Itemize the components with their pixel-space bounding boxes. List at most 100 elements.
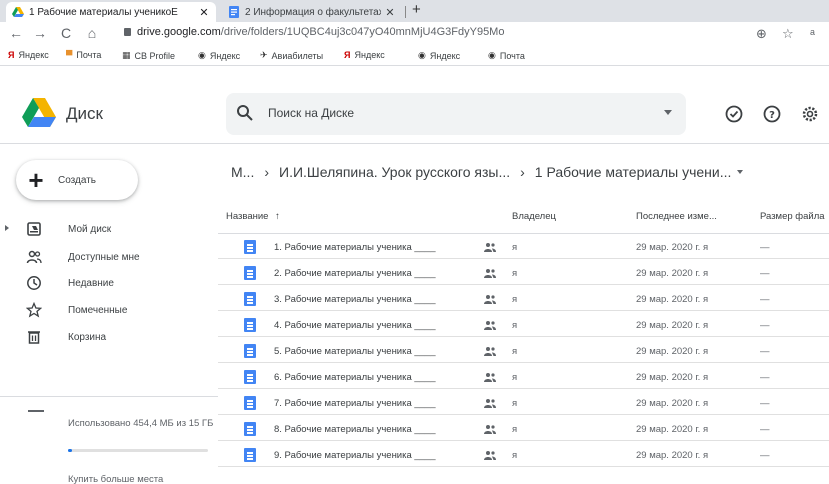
shared-people-icon <box>484 242 496 252</box>
drive-favicon-icon <box>12 7 24 17</box>
search-options-dropdown-icon[interactable] <box>664 110 672 115</box>
sidebar-item-starred[interactable]: Помеченные <box>0 297 218 323</box>
folder-menu-dropdown-icon[interactable] <box>737 170 744 174</box>
bookmark-label: Яндекс <box>429 50 461 61</box>
file-name[interactable]: 8. Рабочие материалы ученика ____ <box>274 424 436 435</box>
file-row[interactable]: 2. Рабочие материалы ученика ____ я 29 мар… <box>218 261 829 285</box>
breadcrumb-item[interactable]: М... <box>231 164 254 180</box>
file-modified: 29 мар. 2020 г. я <box>636 242 709 253</box>
file-modified: 29 мар. 2020 г. я <box>636 320 709 331</box>
install-icon[interactable]: ⊕ <box>756 26 767 42</box>
back-icon[interactable]: ← <box>8 25 24 41</box>
home-icon[interactable]: ⌂ <box>84 25 100 41</box>
bookmark-item[interactable]: ▦ CB Profile <box>122 50 175 61</box>
file-row[interactable]: 1. Рабочие материалы ученика ____ я 29 мар… <box>218 235 829 259</box>
new-tab-button[interactable]: + <box>412 1 421 18</box>
file-name[interactable]: 4. Рабочие материалы ученика ____ <box>274 320 436 331</box>
reload-icon[interactable]: C <box>58 25 74 41</box>
breadcrumb-current[interactable]: 1 Рабочие материалы учени... <box>535 164 732 180</box>
storage-usage-text: Использовано 454,4 МБ из 15 ГБ <box>68 418 214 429</box>
address-bar[interactable]: drive.google.com/drive/folders/1UQBC4uj3… <box>124 26 504 38</box>
sidebar-item-label: Мой диск <box>68 223 112 235</box>
buy-storage-link[interactable]: Купить больше места <box>68 474 163 484</box>
file-row[interactable]: 7. Рабочие материалы ученика ____ я 29 мар… <box>218 391 829 415</box>
globe-icon: ◉ <box>198 50 206 60</box>
browser-tab-1[interactable]: 1 Рабочие материалы ученикоЕ ✕ <box>6 2 216 22</box>
google-docs-file-icon <box>244 292 256 306</box>
file-row[interactable]: 4. Рабочие материалы ученика ____ я 29 мар… <box>218 313 829 337</box>
offline-status-icon[interactable] <box>724 104 744 124</box>
sidebar-item-my-drive[interactable]: Мой диск <box>0 216 218 242</box>
shared-people-icon <box>484 346 496 356</box>
shared-people-icon <box>484 424 496 434</box>
file-modified: 29 мар. 2020 г. я <box>636 372 709 383</box>
file-owner: я <box>512 450 518 461</box>
url-host: drive.google.com <box>137 26 221 38</box>
forward-icon[interactable]: → <box>32 25 48 41</box>
search-input[interactable] <box>268 104 628 122</box>
plane-icon: ✈ <box>260 50 268 60</box>
file-owner: я <box>512 242 518 253</box>
drive-title[interactable]: Диск <box>66 104 103 124</box>
file-name[interactable]: 1. Рабочие материалы ученика ____ <box>274 242 436 253</box>
shared-people-icon <box>484 450 496 460</box>
column-name-label: Название <box>226 211 269 222</box>
bookmark-item[interactable]: ✈ Авиабилеты <box>260 50 323 61</box>
bookmark-item[interactable]: Я Яндекс <box>344 50 385 60</box>
shared-people-icon <box>484 398 496 408</box>
bookmark-label: Яндекс <box>18 50 49 60</box>
sidebar-item-shared-with-me[interactable]: Доступные мне <box>0 244 218 270</box>
sidebar-item-trash[interactable]: Корзина <box>0 324 218 350</box>
bookmark-label: Авиабилеты <box>271 50 324 61</box>
sort-arrow-icon[interactable]: ↑ <box>275 211 280 222</box>
file-name[interactable]: 9. Рабочие материалы ученика ____ <box>274 450 436 461</box>
file-name[interactable]: 5. Рабочие материалы ученика ____ <box>274 346 436 357</box>
file-row[interactable]: 5. Рабочие материалы ученика ____ я 29 мар… <box>218 339 829 363</box>
file-name[interactable]: 6. Рабочие материалы ученика ____ <box>274 372 436 383</box>
file-name[interactable]: 2. Рабочие материалы ученика ____ <box>274 268 436 279</box>
plus-icon: + <box>28 165 44 195</box>
bookmark-star-icon[interactable]: ☆ <box>782 26 794 42</box>
browser-tab-2[interactable]: 2 Информация о факультетах и ✕ <box>222 2 406 22</box>
bookmark-item[interactable]: ▀ Почта <box>66 50 101 60</box>
file-row[interactable]: 3. Рабочие материалы ученика ____ я 29 мар… <box>218 287 829 311</box>
file-name[interactable]: 3. Рабочие материалы ученика ____ <box>274 294 436 305</box>
sidebar-item-recent[interactable]: Недавние <box>0 270 218 296</box>
close-tab-icon[interactable]: ✕ <box>384 6 396 19</box>
profile-icon[interactable]: ᵃ <box>810 26 815 41</box>
column-header-owner[interactable]: Владелец <box>512 211 556 222</box>
file-modified: 29 мар. 2020 г. я <box>636 346 709 357</box>
file-row[interactable]: 6. Рабочие материалы ученика ____ я 29 мар… <box>218 365 829 389</box>
bookmark-item[interactable]: ◉ Яндекс <box>418 50 460 61</box>
create-button[interactable]: + Создать <box>16 160 138 200</box>
file-owner: я <box>512 294 518 305</box>
sidebar-item-label: Корзина <box>68 331 107 343</box>
help-icon[interactable]: ? <box>762 104 782 124</box>
recent-clock-icon <box>27 276 41 290</box>
sidebar-divider <box>0 396 218 397</box>
storage-progress-fill <box>68 449 73 452</box>
bookmark-item[interactable]: ◉ Почта <box>488 50 525 61</box>
file-name[interactable]: 7. Рабочие материалы ученика ____ <box>274 398 436 409</box>
file-size: — <box>760 294 770 305</box>
search-icon[interactable] <box>236 104 254 122</box>
shared-people-icon <box>484 320 496 330</box>
storage-progress-bar <box>68 449 208 452</box>
column-header-name[interactable]: Название ↑ <box>226 211 280 222</box>
breadcrumb-item[interactable]: И.И.Шеляпина. Урок русского язы... <box>279 164 510 180</box>
trash-icon <box>28 331 40 344</box>
column-header-modified[interactable]: Последнее изме... <box>636 211 717 222</box>
bookmark-item[interactable]: Я Яндекс <box>8 50 49 60</box>
mail-icon: ▀ <box>66 50 73 60</box>
settings-gear-icon[interactable] <box>800 104 820 124</box>
bookmark-item[interactable]: ◉ Яндекс <box>198 50 240 61</box>
column-header-size[interactable]: Размер файла <box>760 211 825 222</box>
file-size: — <box>760 268 770 279</box>
drive-logo-icon[interactable] <box>22 98 56 128</box>
storage-icon <box>28 410 44 412</box>
file-row[interactable]: 9. Рабочие материалы ученика ____ я 29 мар… <box>218 443 829 467</box>
close-tab-icon[interactable]: ✕ <box>198 6 210 19</box>
shared-people-icon <box>484 372 496 382</box>
file-row[interactable]: 8. Рабочие материалы ученика ____ я 29 мар… <box>218 417 829 441</box>
google-docs-file-icon <box>244 422 256 436</box>
